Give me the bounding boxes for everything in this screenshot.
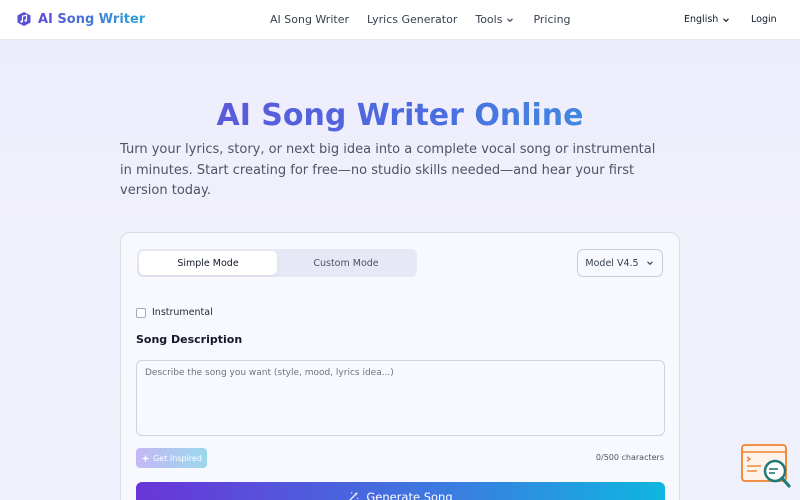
language-selector[interactable]: English [684, 14, 731, 25]
brand-name: AI Song Writer [38, 11, 146, 27]
language-label: English [684, 14, 719, 25]
magic-wand-icon [349, 491, 359, 500]
song-description-label: Song Description [136, 333, 243, 346]
get-inspired-button[interactable]: Get Inspired [136, 448, 207, 468]
custom-mode-tab[interactable]: Custom Mode [277, 251, 415, 275]
model-select[interactable]: Model V4.5 [577, 249, 663, 277]
main-nav: AI Song Writer Lyrics Generator Tools Pr… [270, 13, 589, 26]
instrumental-option[interactable]: Instrumental [136, 307, 213, 318]
nav-link-lyrics-generator[interactable]: Lyrics Generator [367, 13, 457, 26]
sparkle-icon [141, 453, 150, 463]
top-navbar: AI Song Writer AI Song Writer Lyrics Gen… [0, 0, 800, 40]
hero-title: AI Song Writer Online [0, 96, 800, 136]
simple-mode-tab[interactable]: Simple Mode [139, 251, 277, 275]
nav-link-tools-label: Tools [475, 13, 503, 26]
chevron-down-icon [646, 261, 653, 266]
model-select-value: Model V4.5 [585, 257, 639, 269]
generate-song-label: Generate Song [366, 490, 453, 500]
nav-link-tools[interactable]: Tools [475, 13, 515, 26]
instrumental-checkbox[interactable] [136, 307, 146, 318]
instrumental-label: Instrumental [152, 307, 213, 318]
nav-link-ai-song-writer[interactable]: AI Song Writer [270, 13, 349, 26]
chevron-down-icon [723, 17, 730, 22]
song-description-input[interactable]: Describe the song you want (style, mood,… [136, 360, 665, 436]
brand[interactable]: AI Song Writer [16, 11, 145, 27]
generate-song-button[interactable]: Generate Song [136, 482, 665, 500]
chevron-down-icon [507, 17, 514, 22]
nav-link-pricing[interactable]: Pricing [533, 13, 570, 26]
floating-search-widget[interactable] [741, 444, 791, 490]
search-document-icon [741, 444, 791, 488]
mode-toggle: Simple Mode Custom Mode [137, 249, 417, 277]
song-description-placeholder: Describe the song you want (style, mood,… [145, 368, 394, 378]
music-logo-icon [17, 12, 31, 26]
song-generator-card: Simple Mode Custom Mode Model V4.5 Instr… [120, 232, 680, 500]
get-inspired-label: Get Inspired [153, 453, 202, 463]
login-link[interactable]: Login [751, 14, 777, 25]
hero-subtitle: Turn your lyrics, story, or next big ide… [120, 142, 656, 198]
character-count: 0/500 characters [595, 453, 664, 462]
